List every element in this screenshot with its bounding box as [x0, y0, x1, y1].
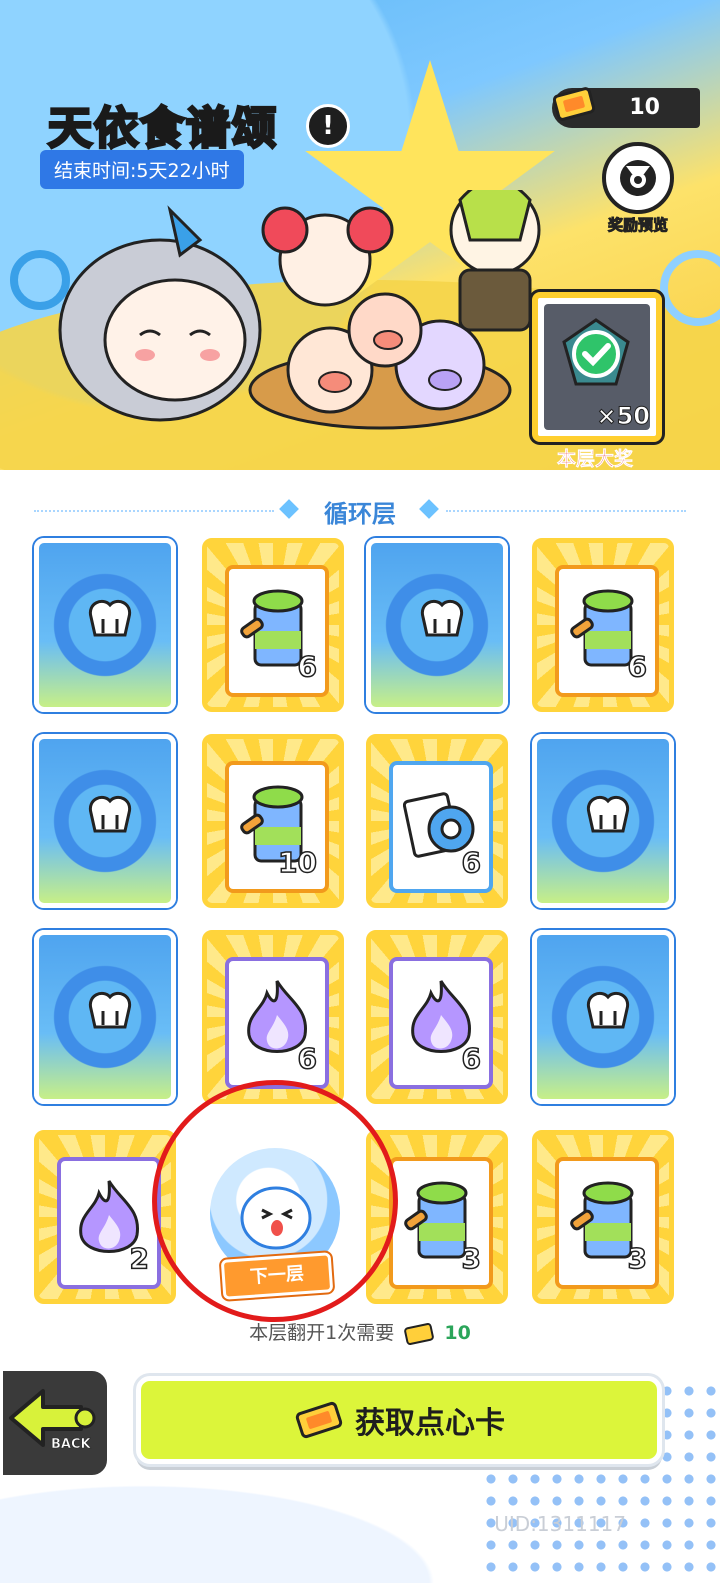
event-title-text: 天依食谱颂 — [47, 102, 278, 156]
back-button[interactable]: BACK — [0, 1368, 110, 1478]
reward-quantity: 6 — [461, 1041, 482, 1076]
get-snack-card-button[interactable]: 获取点心卡 — [136, 1376, 662, 1464]
card-reward-drink[interactable]: 3 — [532, 1130, 674, 1304]
currency-counter[interactable]: 10 — [552, 87, 700, 128]
chef-hat-icon — [88, 992, 132, 1029]
chef-hat-icon — [586, 796, 630, 833]
section-header: 循环层 — [0, 496, 720, 528]
reward-quantity: 3 — [627, 1241, 648, 1276]
chef-hat-icon — [88, 796, 132, 833]
decor-bottom — [0, 1470, 480, 1583]
reward-quantity: 6 — [627, 649, 648, 684]
reward-preview-label: 奖励预览 — [607, 216, 668, 235]
currency-amount: 10 — [629, 95, 660, 120]
characters-illustration — [58, 190, 541, 430]
card-face-down[interactable] — [34, 930, 176, 1104]
card-face-down[interactable] — [532, 930, 674, 1104]
card-face-down[interactable] — [34, 734, 176, 908]
uid-label: UID:1311117 — [494, 1512, 626, 1536]
end-time-label: 结束时间:5天22小时 — [40, 150, 244, 189]
grand-prize-frame: ×50 — [532, 292, 662, 442]
reward-quantity: 3 — [461, 1241, 482, 1276]
grand-prize-label: 本层大奖 — [556, 448, 634, 470]
flip-cost: 本层翻开1次需要 10 — [0, 1318, 720, 1346]
ticket-icon — [404, 1322, 435, 1345]
preview-icon — [602, 142, 674, 214]
card-reward-drink[interactable]: 6 — [202, 538, 344, 712]
reward-preview-button[interactable]: 奖励预览 — [594, 142, 682, 235]
chef-hat-icon — [88, 600, 132, 637]
get-snack-card-label: 获取点心卡 — [355, 1406, 505, 1441]
card-reward-flame[interactable]: 6 — [366, 930, 508, 1104]
reward-quantity: 6 — [297, 1041, 318, 1076]
reward-quantity: 6 — [297, 649, 318, 684]
flip-cost-value: 10 — [444, 1322, 471, 1344]
reward-quantity: 10 — [277, 845, 317, 880]
ticket-icon — [552, 87, 596, 121]
flip-cost-text: 本层翻开1次需要 — [249, 1322, 395, 1344]
card-face-down[interactable] — [366, 538, 508, 712]
card-face-down[interactable] — [532, 734, 674, 908]
grand-prize-count: ×50 — [596, 402, 651, 431]
ticket-icon — [295, 1401, 343, 1439]
reward-quantity: 2 — [129, 1241, 150, 1276]
gem-check-icon — [562, 318, 630, 386]
event-title: 天依食谱颂 — [47, 92, 278, 156]
chef-hat-icon — [586, 992, 630, 1029]
back-label: BACK — [51, 1437, 91, 1453]
grand-prize[interactable]: ×50 本层大奖 — [532, 292, 662, 470]
card-reward-tape[interactable]: 6 — [366, 734, 508, 908]
reward-quantity: 6 — [461, 845, 482, 880]
event-banner: 天依食谱颂 ! 结束时间:5天22小时 10 奖励预览 ×50 本层大奖 — [0, 0, 720, 470]
info-icon[interactable]: ! — [306, 104, 350, 148]
card-face-down[interactable] — [34, 538, 176, 712]
card-reward-drink[interactable]: 10 — [202, 734, 344, 908]
chef-hat-icon — [420, 600, 464, 637]
card-reward-drink[interactable]: 6 — [532, 538, 674, 712]
card-reward-flame[interactable]: 6 — [202, 930, 344, 1104]
